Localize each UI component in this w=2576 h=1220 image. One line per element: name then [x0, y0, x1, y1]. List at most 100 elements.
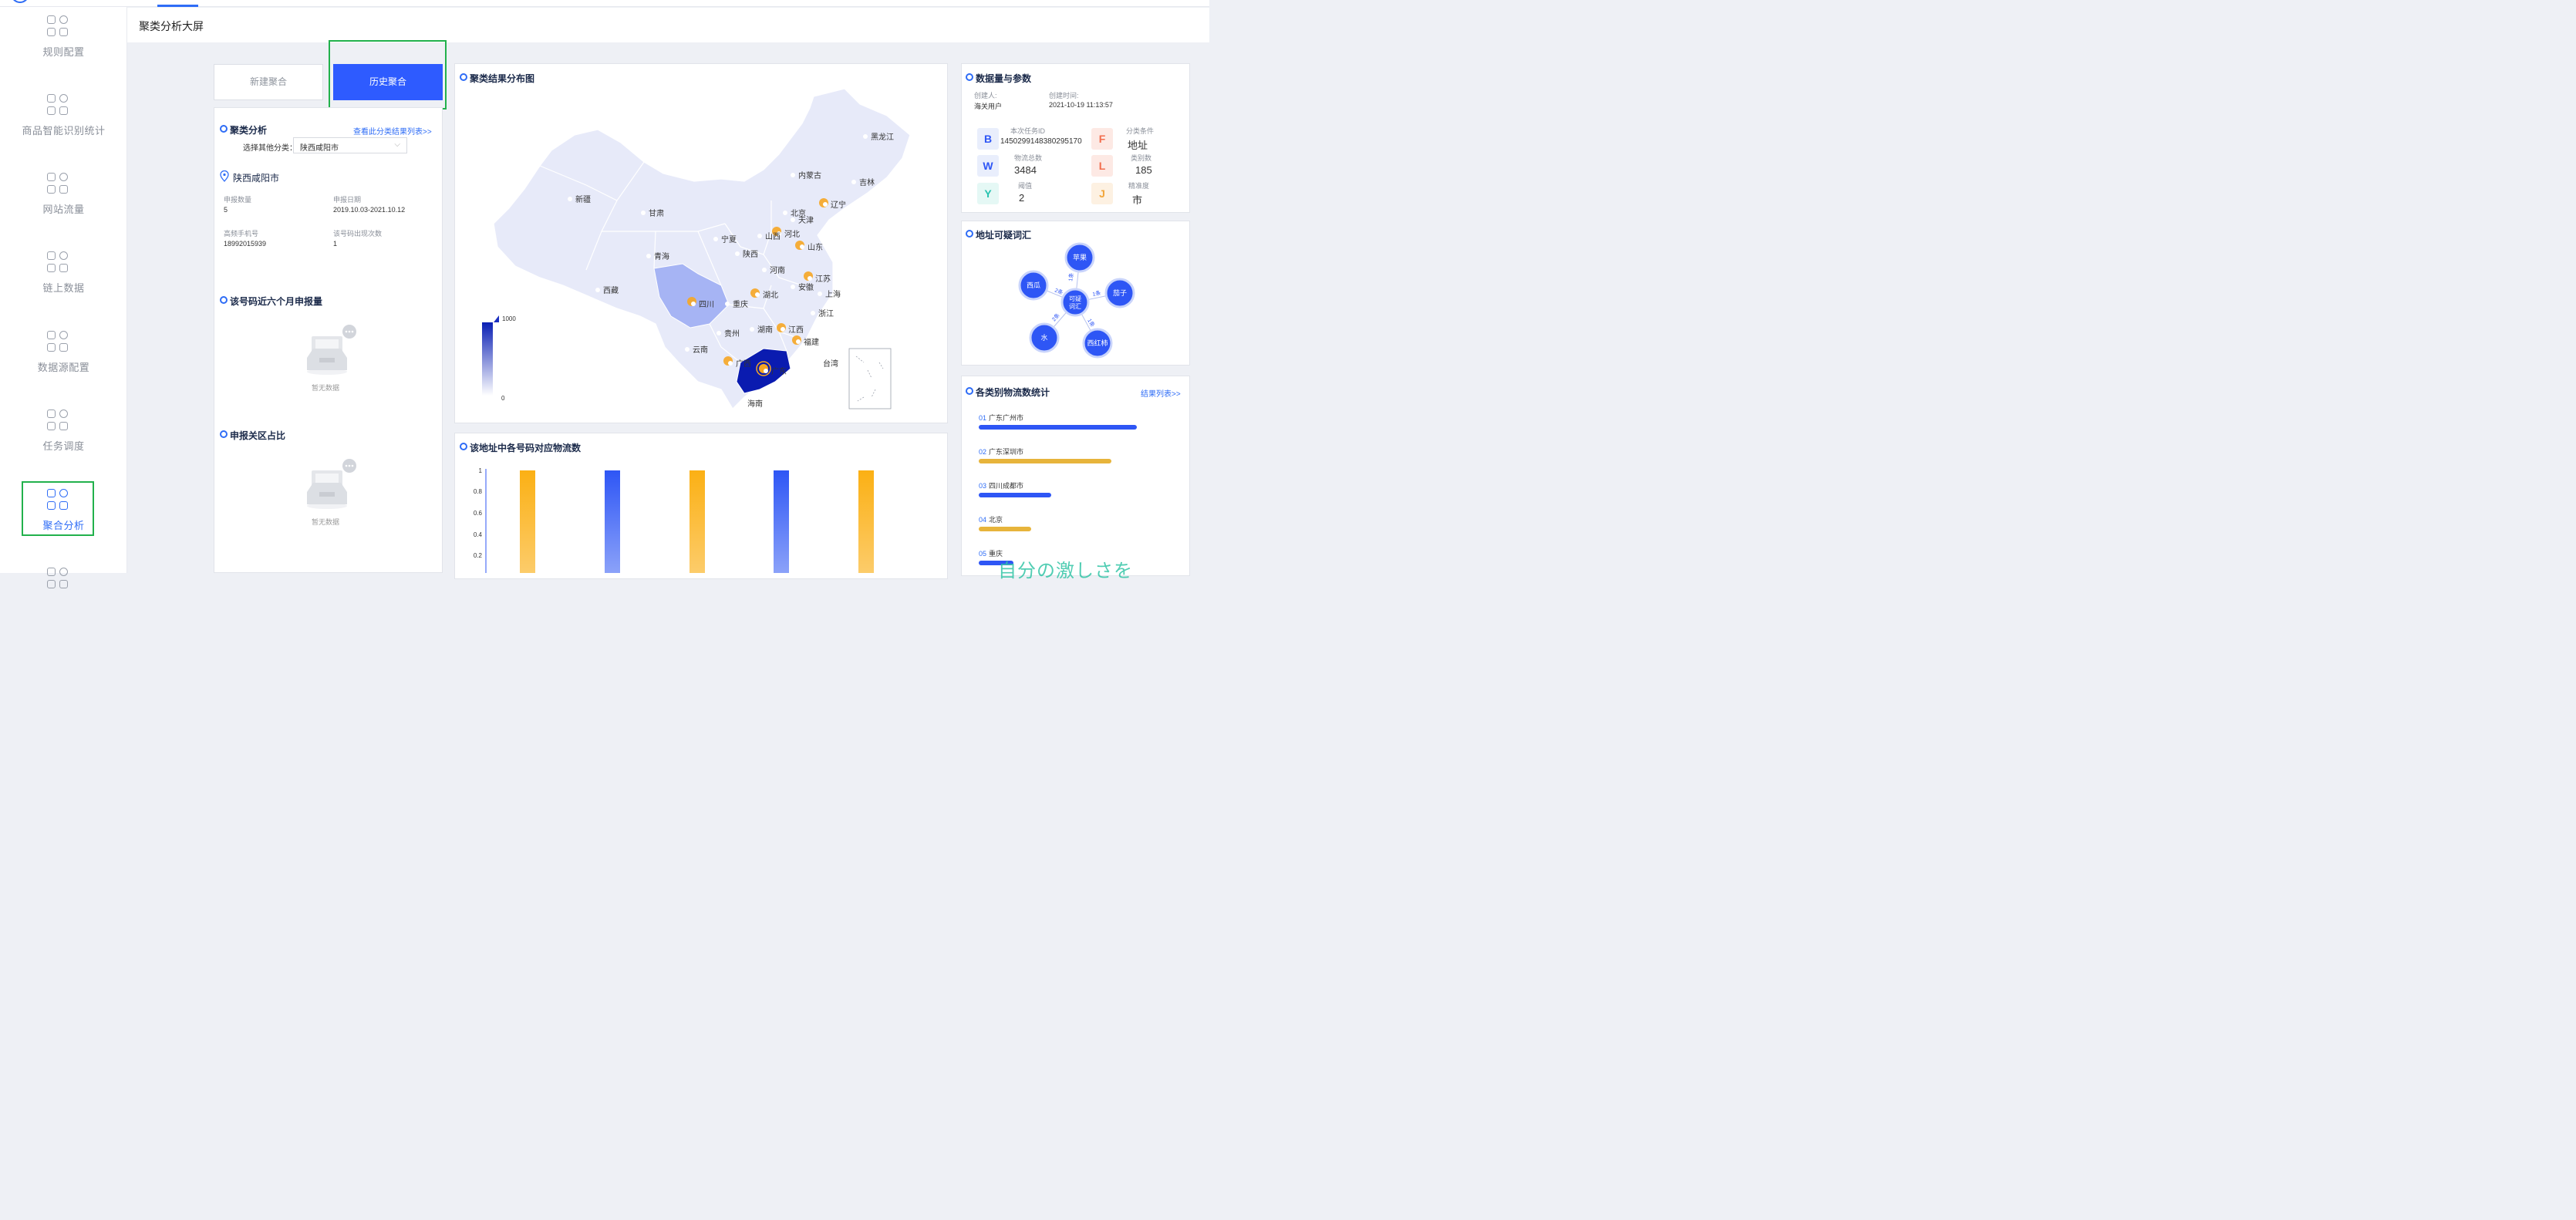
map-landmass: [493, 88, 911, 409]
province-label: 甘肃: [641, 207, 664, 218]
sidebar-item-chain-data[interactable]: 链上数据: [0, 251, 127, 313]
sidebar-item-rules[interactable]: 规则配置: [0, 15, 127, 77]
recent-reports-title: 该号码近六个月申报量: [220, 295, 322, 308]
rank-item-name: 02 广东深圳市: [979, 448, 1024, 456]
vocab-node-label: 西瓜: [1027, 281, 1040, 289]
badge-b: B: [977, 128, 999, 150]
sidebar-item-scheduling[interactable]: 任务调度: [0, 409, 127, 471]
province-label: 西藏: [595, 284, 619, 295]
location-pin-icon: [220, 170, 229, 182]
y-tick-label: 0.6: [474, 510, 483, 517]
badge-w: W: [977, 155, 999, 177]
province-label: 江西: [781, 323, 804, 335]
province-label: 贵州: [716, 327, 740, 339]
province-label: 湖南: [750, 323, 773, 335]
empty-inbox-icon: [307, 325, 356, 375]
south-sea-inset: [848, 348, 892, 409]
logistics-panel: [961, 376, 1190, 576]
rank-item-name: 04 北京: [979, 516, 1003, 524]
time-label: 创建时间:: [1049, 92, 1079, 99]
province-label: 广东: [764, 365, 787, 376]
param-value: 1450299148380295170: [1000, 137, 1082, 146]
bar: [858, 470, 874, 573]
province-label: 宁夏: [713, 233, 737, 244]
province-label: 黑龙江: [863, 130, 894, 142]
sidebar-item-label: 数据源配置: [37, 362, 90, 373]
param-value: 185: [1135, 164, 1152, 176]
province-label: 河南: [762, 264, 785, 275]
field-value: 5: [224, 206, 228, 214]
creator-label: 创建人:: [974, 92, 997, 99]
empty-text: 暂无数据: [312, 384, 340, 392]
badge-f: F: [1091, 128, 1113, 150]
vocab-node-label: 西红柿: [1087, 339, 1108, 347]
vocab-graph: 1条 2条 1条 2条 1条 苹果 西瓜 茄子 水 西红柿 可疑 词汇: [1018, 242, 1135, 359]
bars: [520, 470, 874, 573]
tab-new-cluster[interactable]: 新建聚合: [214, 64, 323, 100]
sidebar-item-datasource[interactable]: 数据源配置: [0, 331, 127, 393]
grid-icon: [47, 94, 69, 116]
rank-number: 02: [979, 448, 987, 456]
grid-icon: [47, 331, 69, 352]
province-label: 青海: [646, 250, 669, 261]
params-title: 数据量与参数: [966, 72, 1031, 85]
rank-number: 01: [979, 414, 987, 422]
sidebar-item-traffic[interactable]: 网站流量: [0, 173, 127, 234]
rank-bar: [979, 493, 1051, 497]
param-value: 地址: [1128, 140, 1148, 151]
param-label: 本次任务ID: [1010, 127, 1046, 135]
edge-label: 2条: [1054, 287, 1064, 296]
rank-number: 03: [979, 482, 987, 490]
province-label: 浙江: [811, 307, 834, 318]
legend-max: 1000: [502, 315, 516, 322]
top-bar: [0, 0, 1209, 7]
view-list-link[interactable]: 查看此分类结果列表>>: [353, 125, 432, 136]
province-label: 内蒙古: [791, 169, 821, 180]
logo-icon: [11, 0, 29, 3]
y-tick-label: 1: [479, 467, 483, 474]
category-select[interactable]: 陕西咸阳市 ⌵: [293, 137, 407, 153]
sidebar-item-product-recognition[interactable]: 商品智能识别统计: [0, 94, 127, 156]
param-label: 阈值: [1018, 182, 1033, 190]
cluster-title: 聚类分析: [220, 123, 267, 136]
province-label: 山东: [800, 241, 823, 252]
province-label: 陕西: [735, 248, 758, 259]
china-map: [493, 88, 911, 409]
sidebar-item-more[interactable]: [0, 568, 127, 629]
edge-label: 1条: [1092, 289, 1102, 298]
field-value: 1: [333, 240, 338, 248]
province-label: 重庆: [725, 298, 748, 309]
province-label: 广西: [728, 357, 751, 369]
province-label: 天津: [791, 214, 814, 225]
customs-share-title: 申报关区占比: [220, 429, 285, 442]
grid-icon: [47, 173, 69, 194]
page-header: 聚类分析大屏: [127, 8, 1209, 42]
y-tick-label: 0.4: [474, 531, 483, 538]
province-label: 新疆: [568, 193, 591, 204]
vocab-node-label: 苹果: [1073, 253, 1087, 261]
vocab-node-label: 水: [1040, 333, 1047, 342]
bar: [520, 470, 535, 573]
result-list-link[interactable]: 结果列表>>: [1141, 387, 1181, 399]
badge-j: J: [1091, 183, 1113, 204]
province-label: 上海: [818, 288, 841, 299]
rank-bar: [979, 425, 1137, 430]
creator-value: 海关用户: [974, 103, 1003, 110]
province-label: 辽宁: [823, 198, 846, 210]
province-label: 福建: [796, 335, 819, 347]
sidebar-item-label: 链上数据: [42, 282, 85, 294]
param-value: 3484: [1014, 164, 1037, 176]
rank-item-name: 01 广东广州市: [979, 414, 1024, 422]
highlight-box: [22, 481, 94, 536]
sidebar-item-label: 商品智能识别统计: [22, 125, 106, 136]
watermark-text: 自分の激しさを: [998, 561, 1133, 581]
province-label: 云南: [685, 343, 708, 355]
badge-l: L: [1091, 155, 1113, 177]
sidebar-item-label: 任务调度: [42, 440, 85, 452]
vocab-center-label: 词汇: [1069, 303, 1081, 310]
field-label: 申报数量: [224, 196, 252, 204]
map-title: 聚类结果分布图: [460, 72, 534, 85]
logistics-title: 各类别物流数统计: [966, 386, 1050, 399]
time-value: 2021-10-19 11:13:57: [1049, 101, 1113, 109]
province-label: 安徽: [791, 281, 814, 292]
